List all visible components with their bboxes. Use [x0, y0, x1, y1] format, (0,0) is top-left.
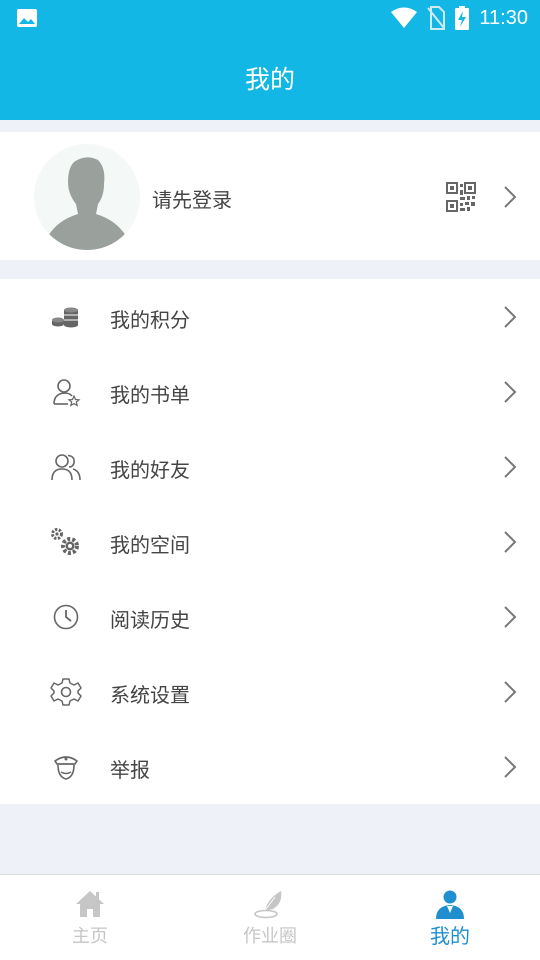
chevron-right-icon [504, 681, 517, 703]
battery-charging-icon [455, 6, 470, 30]
status-bar: 11:30 [0, 0, 540, 36]
person-icon [436, 890, 464, 919]
menu-item-label: 我的好友 [110, 458, 190, 482]
police-icon [54, 756, 78, 780]
menu-item-settings[interactable]: 系统设置 [0, 654, 540, 729]
menu-item-label: 我的积分 [110, 308, 190, 332]
bottom-tab-bar: 主页 作业圈 我的 [0, 874, 540, 960]
page-title: 我的 [244, 65, 295, 94]
login-prompt[interactable]: 请先登录 [152, 184, 232, 213]
menu-item-label: 系统设置 [110, 683, 190, 707]
image-icon [17, 9, 37, 27]
chevron-right-icon [504, 456, 517, 478]
menu-item-history[interactable]: 阅读历史 [0, 579, 540, 654]
status-time: 11:30 [479, 6, 528, 29]
menu-item-friends[interactable]: 我的好友 [0, 429, 540, 504]
menu-item-space[interactable]: 我的空间 [0, 504, 540, 579]
settings-icon [50, 678, 82, 706]
chevron-right-icon [504, 606, 517, 628]
coins-icon [52, 307, 78, 328]
menu-list: 我的积分 我的书单 我的好友 我的空间 阅读历史 系统设置 举报 [0, 279, 540, 804]
tab-label: 作业圈 [243, 926, 297, 947]
chevron-right-icon [504, 756, 517, 778]
user-star-icon [53, 379, 81, 407]
menu-item-label: 阅读历史 [110, 608, 190, 632]
gears-icon [51, 528, 79, 555]
chevron-right-icon [504, 531, 517, 553]
default-avatar-icon [48, 157, 126, 250]
menu-item-label: 我的空间 [110, 533, 190, 557]
chevron-right-icon[interactable] [502, 184, 518, 210]
tab-label: 主页 [72, 926, 108, 947]
tab-home[interactable]: 主页 [0, 875, 180, 960]
home-icon [76, 891, 104, 917]
friends-icon [51, 454, 81, 481]
wifi-icon [391, 7, 418, 28]
qr-code-icon[interactable] [446, 182, 476, 212]
tab-mine[interactable]: 我的 [360, 875, 540, 960]
menu-item-report[interactable]: 举报 [0, 729, 540, 804]
menu-item-booklist[interactable]: 我的书单 [0, 354, 540, 429]
chevron-right-icon [504, 381, 517, 403]
menu-item-label: 我的书单 [110, 383, 190, 407]
quill-icon [254, 891, 282, 919]
menu-item-label: 举报 [110, 758, 150, 782]
tab-label: 我的 [430, 924, 470, 948]
menu-item-points[interactable]: 我的积分 [0, 279, 540, 354]
avatar[interactable] [34, 144, 140, 250]
chevron-right-icon [504, 306, 517, 328]
tab-homework-circle[interactable]: 作业圈 [180, 875, 360, 960]
profile-card[interactable]: 请先登录 [0, 132, 540, 260]
clock-icon [53, 604, 79, 630]
no-sim-icon [427, 6, 446, 30]
app-bar: 我的 [0, 36, 540, 120]
